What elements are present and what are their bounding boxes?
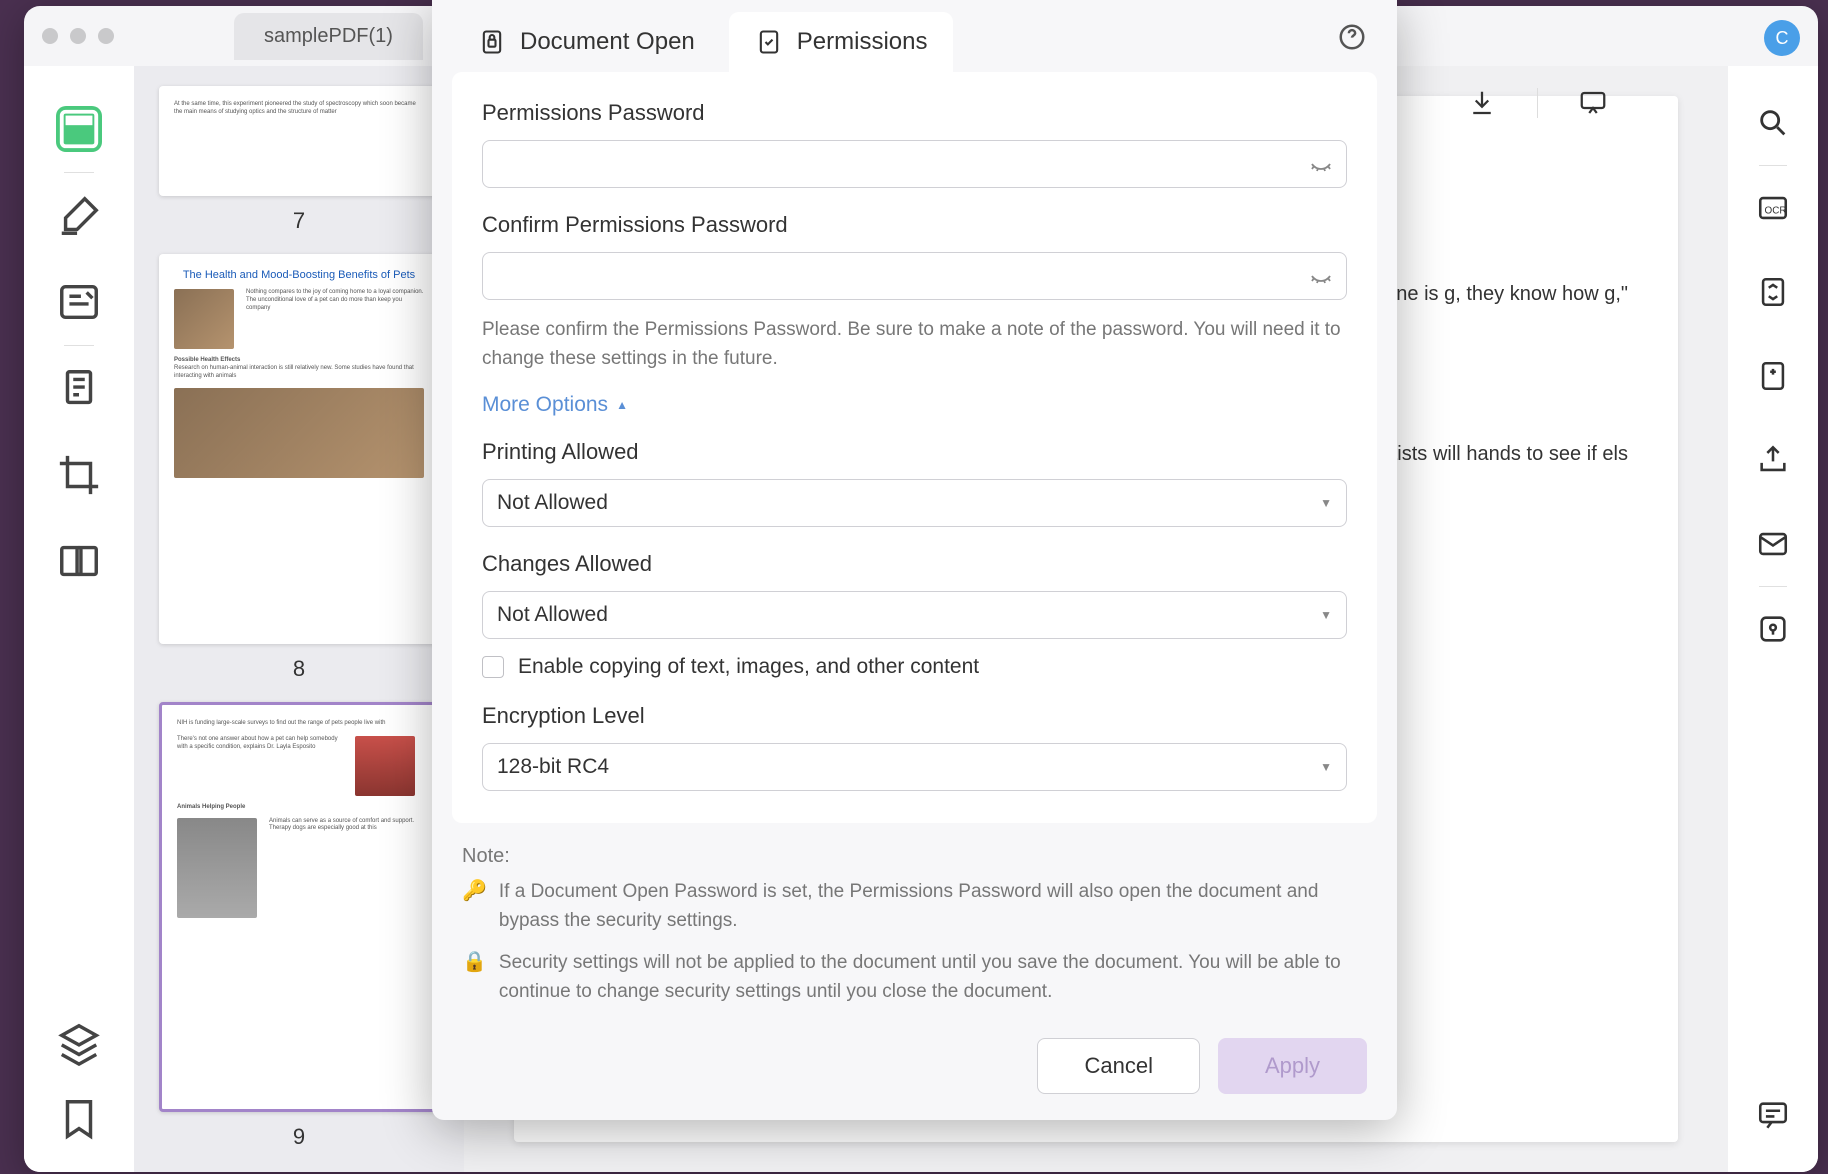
minimize-window-button[interactable]	[70, 28, 86, 44]
confirm-password-label: Confirm Permissions Password	[482, 212, 1347, 238]
thumbnails-panel[interactable]: At the same time, this experiment pionee…	[134, 66, 464, 1172]
tab-document-open[interactable]: Document Open	[452, 12, 721, 72]
convert-icon[interactable]	[1756, 275, 1790, 309]
confirm-hint-text: Please confirm the Permissions Password.…	[482, 316, 1347, 373]
window-controls	[42, 28, 114, 44]
thumbnail-page-8[interactable]: The Health and Mood-Boosting Benefits of…	[159, 254, 439, 644]
permissions-password-input[interactable]	[482, 140, 1347, 188]
download-icon[interactable]	[1467, 88, 1497, 118]
encryption-level-select[interactable]: 128-bit RC4 ▼	[482, 743, 1347, 791]
chevron-down-icon: ▼	[1320, 760, 1332, 774]
printing-allowed-label: Printing Allowed	[482, 439, 1347, 465]
thumbnails-button[interactable]	[56, 106, 102, 152]
changes-allowed-select[interactable]: Not Allowed ▼	[482, 591, 1347, 639]
enable-copying-checkbox[interactable]	[482, 656, 504, 678]
presentation-icon[interactable]	[1578, 88, 1608, 118]
note-text: If a Document Open Password is set, the …	[499, 878, 1367, 935]
thumbnail-label: 7	[159, 208, 439, 234]
security-dialog: Document Open Permissions Permissions Pa…	[432, 0, 1397, 1120]
encryption-level-label: Encryption Level	[482, 703, 1347, 729]
chevron-down-icon: ▼	[1320, 608, 1332, 622]
more-options-toggle[interactable]: More Options ▲	[482, 393, 1347, 417]
help-icon[interactable]	[1337, 22, 1367, 52]
thumbnail-page-9[interactable]: NIH is funding large-scale surveys to fi…	[159, 702, 439, 1112]
tab-label: Permissions	[797, 28, 928, 56]
lock-icon: 🔒	[462, 949, 487, 1006]
tab-permissions[interactable]: Permissions	[729, 12, 954, 72]
note-title: Note:	[462, 845, 1367, 868]
ocr-icon[interactable]: OCR	[1756, 191, 1790, 225]
thumbnail-title: The Health and Mood-Boosting Benefits of…	[174, 269, 424, 281]
crop-button[interactable]	[56, 452, 102, 498]
compare-button[interactable]	[56, 538, 102, 584]
apply-button[interactable]: Apply	[1218, 1038, 1367, 1094]
highlighter-button[interactable]	[56, 193, 102, 239]
enable-copying-label: Enable copying of text, images, and othe…	[518, 655, 979, 679]
maximize-window-button[interactable]	[98, 28, 114, 44]
comments-icon[interactable]	[1756, 1098, 1790, 1132]
printing-allowed-select[interactable]: Not Allowed ▼	[482, 479, 1347, 527]
edit-text-button[interactable]	[56, 279, 102, 325]
permissions-password-label: Permissions Password	[482, 100, 1347, 126]
avatar[interactable]: C	[1764, 20, 1800, 56]
mail-icon[interactable]	[1756, 527, 1790, 561]
permissions-icon	[755, 28, 783, 56]
document-tab[interactable]: samplePDF(1)	[234, 13, 423, 60]
cancel-button[interactable]: Cancel	[1037, 1038, 1199, 1094]
close-window-button[interactable]	[42, 28, 58, 44]
right-toolbar: OCR	[1728, 66, 1818, 1172]
tab-label: Document Open	[520, 28, 695, 56]
left-toolbar	[24, 66, 134, 1172]
thumbnail-label: 9	[159, 1124, 439, 1150]
confirm-password-input[interactable]	[482, 252, 1347, 300]
eye-closed-icon[interactable]	[1309, 152, 1333, 176]
lock-icon	[478, 28, 506, 56]
search-icon[interactable]	[1756, 106, 1790, 140]
note-text: Security settings will not be applied to…	[499, 949, 1367, 1006]
chevron-up-icon: ▲	[616, 398, 628, 412]
thumbnail-label: 8	[159, 656, 439, 682]
layers-button[interactable]	[56, 1020, 102, 1066]
thumbnail-page-7[interactable]: At the same time, this experiment pionee…	[159, 86, 439, 196]
compress-icon[interactable]	[1756, 359, 1790, 393]
share-icon[interactable]	[1756, 443, 1790, 477]
svg-text:OCR: OCR	[1765, 206, 1787, 217]
eye-closed-icon[interactable]	[1309, 264, 1333, 288]
chevron-down-icon: ▼	[1320, 496, 1332, 510]
key-icon: 🔑	[462, 878, 487, 935]
changes-allowed-label: Changes Allowed	[482, 551, 1347, 577]
bookmark-button[interactable]	[56, 1096, 102, 1142]
security-icon[interactable]	[1756, 612, 1790, 646]
pages-button[interactable]	[56, 366, 102, 412]
